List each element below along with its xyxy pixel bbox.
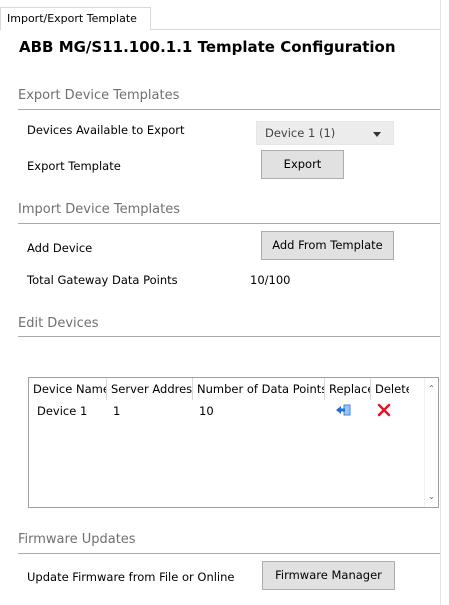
total-data-points-label: Total Gateway Data Points bbox=[27, 273, 178, 287]
section-divider-edit bbox=[18, 336, 440, 337]
firmware-manager-button[interactable]: Firmware Manager bbox=[262, 561, 395, 590]
cell-data-points: 10 bbox=[199, 404, 214, 418]
section-header-edit: Edit Devices bbox=[18, 316, 99, 331]
section-header-import: Import Device Templates bbox=[18, 202, 180, 217]
chevron-down-icon bbox=[373, 132, 381, 137]
devices-grid[interactable]: Device Name Server Address Number of Dat… bbox=[28, 377, 439, 508]
table-row[interactable]: Device 1 1 10 bbox=[29, 402, 425, 420]
grid-vertical-scrollbar[interactable]: ⌃ ⌄ bbox=[424, 378, 438, 507]
tab-strip-divider bbox=[150, 29, 440, 30]
panel-right-border bbox=[440, 0, 441, 605]
section-divider-firmware bbox=[18, 553, 440, 554]
export-button[interactable]: Export bbox=[261, 150, 344, 179]
section-header-export: Export Device Templates bbox=[18, 88, 180, 103]
template-configuration-window: Import/Export Template ABB MG/S11.100.1.… bbox=[0, 0, 449, 605]
column-header-delete[interactable]: Delete bbox=[371, 378, 409, 400]
grid-header-row: Device Name Server Address Number of Dat… bbox=[29, 378, 425, 400]
scroll-down-icon[interactable]: ⌄ bbox=[427, 492, 436, 501]
tab-import-export-template[interactable]: Import/Export Template bbox=[0, 7, 151, 30]
section-header-firmware: Firmware Updates bbox=[18, 532, 136, 547]
cell-server-address: 1 bbox=[113, 404, 121, 418]
total-data-points-value: 10/100 bbox=[250, 273, 291, 287]
column-header-data-points[interactable]: Number of Data Points bbox=[193, 378, 325, 400]
devices-available-selected: Device 1 (1) bbox=[265, 126, 336, 140]
replace-icon[interactable] bbox=[335, 403, 351, 421]
section-divider-import bbox=[18, 223, 440, 224]
add-device-label: Add Device bbox=[27, 241, 93, 255]
section-divider-export bbox=[18, 109, 440, 110]
delete-icon[interactable] bbox=[377, 403, 391, 421]
devices-available-dropdown[interactable]: Device 1 (1) bbox=[256, 121, 394, 145]
update-firmware-label: Update Firmware from File or Online bbox=[27, 570, 235, 584]
cell-device-name: Device 1 bbox=[37, 404, 88, 418]
scroll-up-icon[interactable]: ⌃ bbox=[427, 384, 436, 393]
add-from-template-button[interactable]: Add From Template bbox=[261, 231, 394, 260]
tab-strip: Import/Export Template bbox=[0, 0, 449, 30]
export-template-label: Export Template bbox=[27, 159, 121, 173]
column-header-device-name[interactable]: Device Name bbox=[29, 378, 107, 400]
column-header-server-address[interactable]: Server Address bbox=[107, 378, 193, 400]
devices-available-label: Devices Available to Export bbox=[27, 123, 185, 137]
column-header-replace[interactable]: Replace bbox=[325, 378, 371, 400]
page-title: ABB MG/S11.100.1.1 Template Configuratio… bbox=[19, 38, 396, 56]
